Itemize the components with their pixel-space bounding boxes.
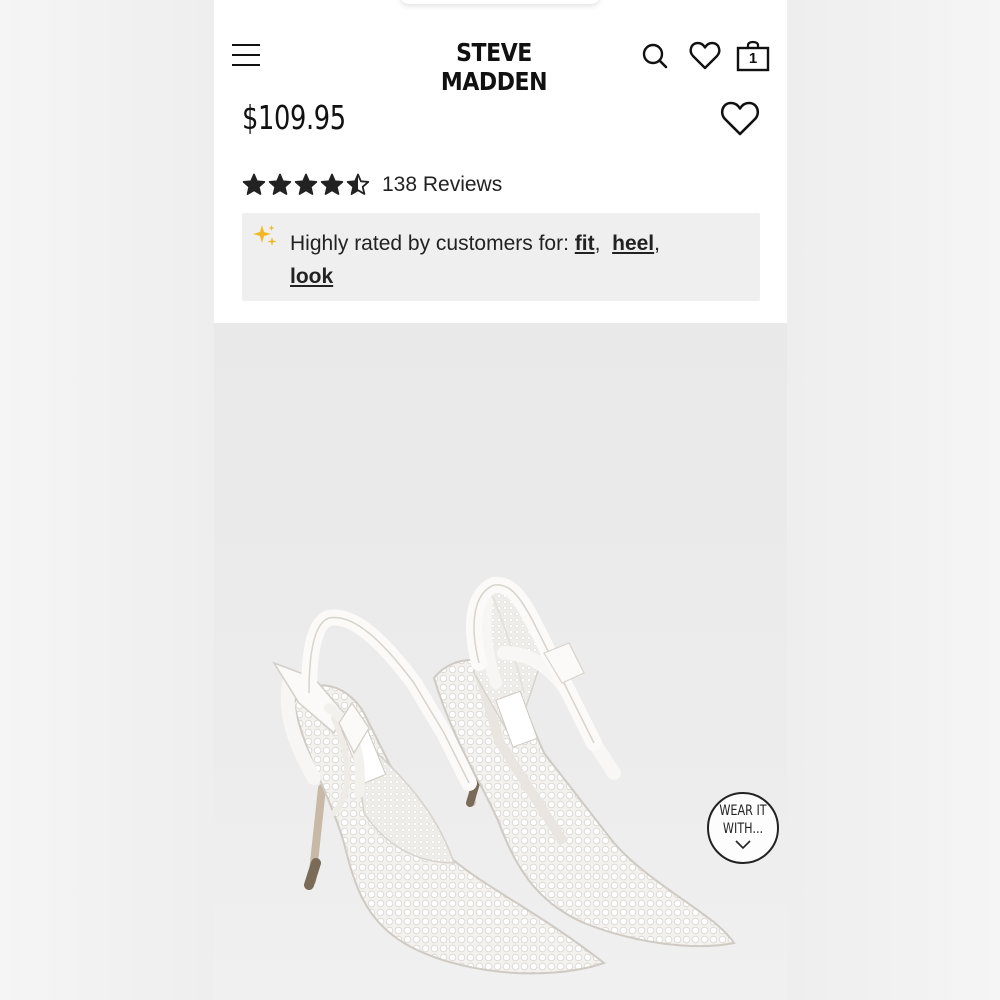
- highlight-prefix: Highly rated by customers for:: [290, 232, 569, 255]
- highlight-link-look[interactable]: look: [290, 265, 333, 288]
- search-icon[interactable]: [637, 38, 673, 74]
- site-header: STEVE MADDEN 1: [214, 30, 787, 96]
- rating-row[interactable]: 138 Reviews: [242, 170, 502, 200]
- separator: ,: [654, 232, 660, 255]
- product-image[interactable]: WEAR IT WITH...: [214, 323, 787, 1000]
- background-left: [0, 0, 214, 1000]
- chevron-down-icon: [735, 840, 751, 850]
- highlight-link-heel[interactable]: heel: [612, 232, 654, 255]
- highlight-text: Highly rated by customers for: fit, heel…: [290, 227, 730, 293]
- wear-it-with-button[interactable]: WEAR IT WITH...: [707, 792, 779, 864]
- slingback-pumps-image: [272, 576, 736, 975]
- sparkle-icon: [253, 225, 277, 246]
- star-full-icon: [268, 173, 292, 195]
- bag-count-badge: 1: [748, 50, 758, 67]
- heart-icon[interactable]: [687, 38, 723, 74]
- product-price: $109.95: [242, 98, 346, 137]
- menu-icon[interactable]: [232, 42, 260, 68]
- wear-it-line-1: WEAR IT: [719, 803, 767, 819]
- star-full-icon: [294, 173, 318, 195]
- highlight-link-fit[interactable]: fit: [575, 232, 595, 255]
- separator: ,: [594, 232, 601, 255]
- mobile-page: STEVE MADDEN 1 $109.95 138 Reviews Highl…: [214, 0, 787, 1000]
- star-full-icon: [242, 173, 266, 195]
- customer-highlights-box: Highly rated by customers for: fit, heel…: [242, 213, 760, 301]
- star-full-icon: [320, 173, 344, 195]
- star-half-icon: [346, 173, 370, 195]
- star-rating: [242, 173, 370, 197]
- dynamic-island: [400, 0, 600, 4]
- reviews-count-link[interactable]: 138 Reviews: [382, 173, 502, 197]
- brand-logo[interactable]: STEVE MADDEN: [406, 38, 582, 96]
- add-to-wishlist-heart-icon[interactable]: [718, 99, 762, 139]
- shopping-bag-icon[interactable]: 1: [735, 38, 771, 74]
- background-right: [787, 0, 1000, 1000]
- wear-it-line-2: WITH...: [722, 821, 764, 837]
